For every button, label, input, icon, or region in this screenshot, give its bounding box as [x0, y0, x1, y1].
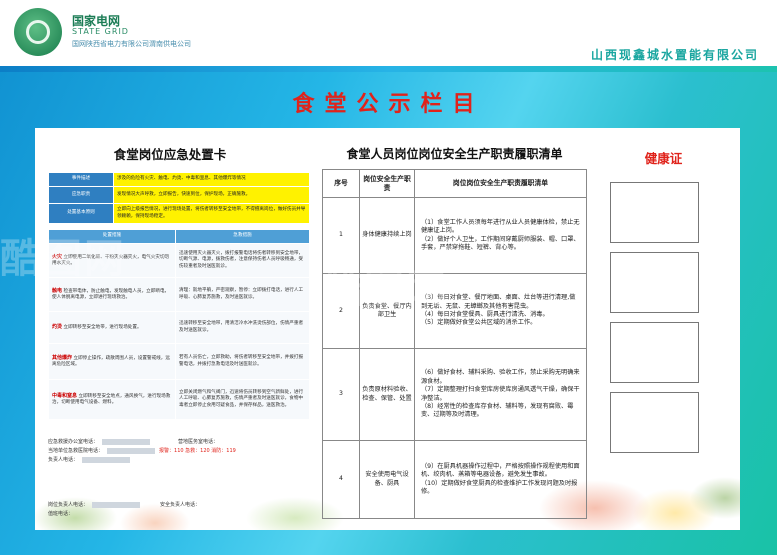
measure-action: 中毒和窒息 立即转移至安全地点，通风换气，进行现场救治，切断使用电气设备、燃料。 [48, 379, 176, 420]
table-row: 应急职责 发现情况大声呼救，立即报告，快速到位，保护现场，正确施救。 [48, 186, 310, 204]
health-cert-slot [610, 252, 699, 313]
brand-full-name: 国网陕西省电力有限公司渭南供电公司 [72, 40, 191, 48]
row-text: 立即向上级报告情况，进行现场处置，将伤者转移至安全地带，不得擅离岗位，做好伤员并… [113, 203, 310, 224]
state-grid-logo-icon [14, 8, 62, 56]
header-stripe [0, 66, 777, 72]
row-label: 应急职责 [48, 186, 114, 204]
content-panel: 食堂岗位应急处置卡 事件描述 涉及的危险有火灾、触电、灼烫、中毒和窒息、其他爆炸… [35, 128, 740, 530]
measure-aid: 迅速使用灭火器灭火，拨打报警电话将伤者转移到安全地带，切断气源、电源，拨救伤者，… [175, 243, 310, 278]
table-row: 3 负责原材料验收、检查、保管、处置 （6）做好食材、辅料采购、验收工作，禁止采… [322, 348, 587, 441]
row-no: 4 [322, 440, 360, 519]
measure-aid: 立即关闭燃气和气阀门，迅速将伤员转移到空气新鲜处，进行人工呼吸、心肺复苏施救，伤… [175, 379, 310, 420]
table-row: 其他爆炸 立即停止操作，疏散周围人员，设置警戒线，远离危险区域。 若有人员伤亡，… [48, 343, 310, 380]
watermark: 酷图网 [322, 266, 448, 312]
duty-list-title: 食堂人员岗位岗位安全生产职责履职清单 [346, 147, 563, 161]
table-header-row: 序号 岗位安全生产职责 岗位岗位安全生产职责履职清单 [322, 169, 587, 198]
table-row: 处置基本原则 立即向上级报告情况，进行现场处置，将伤者转移至安全地带，不得擅离岗… [48, 203, 310, 224]
header-band: 国家电网 STATE GRID 国网陕西省电力有限公司渭南供电公司 山西现鑫城水… [0, 0, 777, 66]
row-label: 事件描述 [48, 172, 114, 187]
row-post: 负责原材料验收、检查、保管、处置 [359, 348, 415, 441]
table-row: 灼烫 立即转移至安全地带，进行现场处置。 迅速转移至安全地带，用清洁冷水冲洗烫伤… [48, 311, 310, 344]
header-no: 序号 [322, 169, 360, 198]
duty-list-table: 序号 岗位安全生产职责 岗位岗位安全生产职责履职清单 1 身体健康持续上岗 （1… [322, 169, 587, 519]
company-name: 山西现鑫城水置能有限公司 [590, 48, 759, 62]
contacts-footer: 岗位负责人电话： 安全负责人电话： 值班电话： [48, 501, 201, 517]
health-cert-title: 健康证 [644, 151, 683, 166]
measure-aid: 若有人员伤亡，立即救助，将伤者转移至安全地带，并拨打报警电话，并拨打急救电话及时… [175, 343, 310, 380]
row-duty: （6）做好食材、辅料采购、验收工作，禁止采购无明确来源食材。 （7）定期整理打扫… [414, 348, 587, 441]
emergency-info-table: 事件描述 涉及的危险有火灾、触电、灼烫、中毒和窒息、其他爆炸等情况 应急职责 发… [48, 172, 310, 224]
row-no: 3 [322, 348, 360, 441]
row-text: 涉及的危险有火灾、触电、灼烫、中毒和窒息、其他爆炸等情况 [113, 172, 310, 187]
measure-action: 其他爆炸 立即停止操作，疏散周围人员，设置警戒线，远离危险区域。 [48, 343, 176, 380]
col-head-first-aid: 急救措施 [175, 229, 310, 244]
board-title: 食堂公示栏目 [292, 92, 485, 117]
brand-english: STATE GRID [72, 27, 129, 36]
measure-aid: 迅速转移至安全地带，用清洁冷水冲洗烫伤部位，伤情严重者及时送医就诊。 [175, 311, 310, 344]
table-row: 中毒和窒息 立即转移至安全地点，通风换气，进行现场救治，切断使用电气设备、燃料。… [48, 379, 310, 420]
row-post: 安全使用电气设备、厨具 [359, 440, 415, 519]
emergency-card-title: 食堂岗位应急处置卡 [113, 147, 227, 162]
table-row: 事件描述 涉及的危险有火灾、触电、灼烫、中毒和窒息、其他爆炸等情况 [48, 172, 310, 187]
measure-action: 灼烫 立即转移至安全地带，进行现场处置。 [48, 311, 176, 344]
row-duty: （9）在厨具机器操作过程中，严格按照操作规程使用和面机、绞肉机、蒸箱等电器设备，… [414, 440, 587, 519]
table-row: 4 安全使用电气设备、厨具 （9）在厨具机器操作过程中，严格按照操作规程使用和面… [322, 440, 587, 519]
header-post: 岗位安全生产职责 [359, 169, 415, 198]
watermark: 酷图网 [0, 236, 126, 282]
measure-aid: 清理：就地平躺，严密观察，暂停：立即拨打电话，进行人工呼吸、心肺复苏施救，及时送… [175, 277, 310, 312]
health-cert-slot [610, 322, 699, 383]
health-cert-slot [610, 182, 699, 243]
header-duty: 岗位岗位安全生产职责履职清单 [414, 169, 587, 198]
row-text: 发现情况大声呼救，立即报告，快速到位，保护现场，正确施救。 [113, 186, 310, 204]
emergency-phones: 应急救援办公室电话： 营地医务室电话： 当地单位急救医院电话： 报警：110 急救：… [48, 438, 236, 463]
row-label: 处置基本原则 [48, 203, 114, 224]
emergency-numbers: 报警：110 急救：120 消防：119 [159, 448, 236, 454]
health-cert-slot [610, 392, 699, 453]
